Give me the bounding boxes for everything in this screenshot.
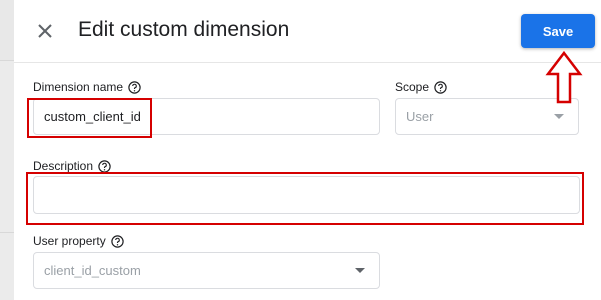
dimension-name-label: Dimension name	[33, 80, 124, 94]
dimension-name-value: custom_client_id	[44, 109, 141, 124]
background-divider	[0, 232, 14, 233]
dialog-header: Edit custom dimension Save	[14, 0, 601, 63]
scope-value: User	[406, 109, 434, 124]
background-divider	[0, 60, 14, 61]
background-strip-bottom	[0, 60, 14, 300]
dialog-title: Edit custom dimension	[78, 18, 290, 41]
help-circle-icon[interactable]	[128, 80, 141, 94]
chevron-down-icon	[355, 267, 365, 273]
scope-label: Scope	[395, 80, 430, 94]
background-page-strip	[0, 0, 14, 300]
description-label-row: Description	[33, 159, 111, 173]
user-property-value: client_id_custom	[44, 263, 141, 278]
scope-label-row: Scope	[395, 80, 447, 94]
help-circle-icon[interactable]	[111, 234, 124, 248]
up-arrow-icon	[538, 50, 590, 111]
help-circle-icon[interactable]	[434, 80, 447, 94]
close-icon[interactable]	[34, 20, 56, 42]
dimension-name-field[interactable]: custom_client_id	[33, 98, 380, 135]
user-property-label-row: User property	[33, 234, 124, 248]
description-field[interactable]	[33, 176, 580, 214]
chevron-down-icon	[554, 113, 564, 119]
help-circle-icon[interactable]	[98, 159, 111, 173]
description-label: Description	[33, 159, 94, 173]
user-property-select[interactable]: client_id_custom	[33, 252, 380, 289]
save-button[interactable]: Save	[521, 14, 595, 48]
dimension-name-label-row: Dimension name	[33, 80, 141, 94]
edit-custom-dimension-dialog: Edit custom dimension Save Dimension nam…	[14, 0, 601, 300]
background-strip-top	[0, 0, 14, 60]
user-property-label: User property	[33, 234, 106, 248]
